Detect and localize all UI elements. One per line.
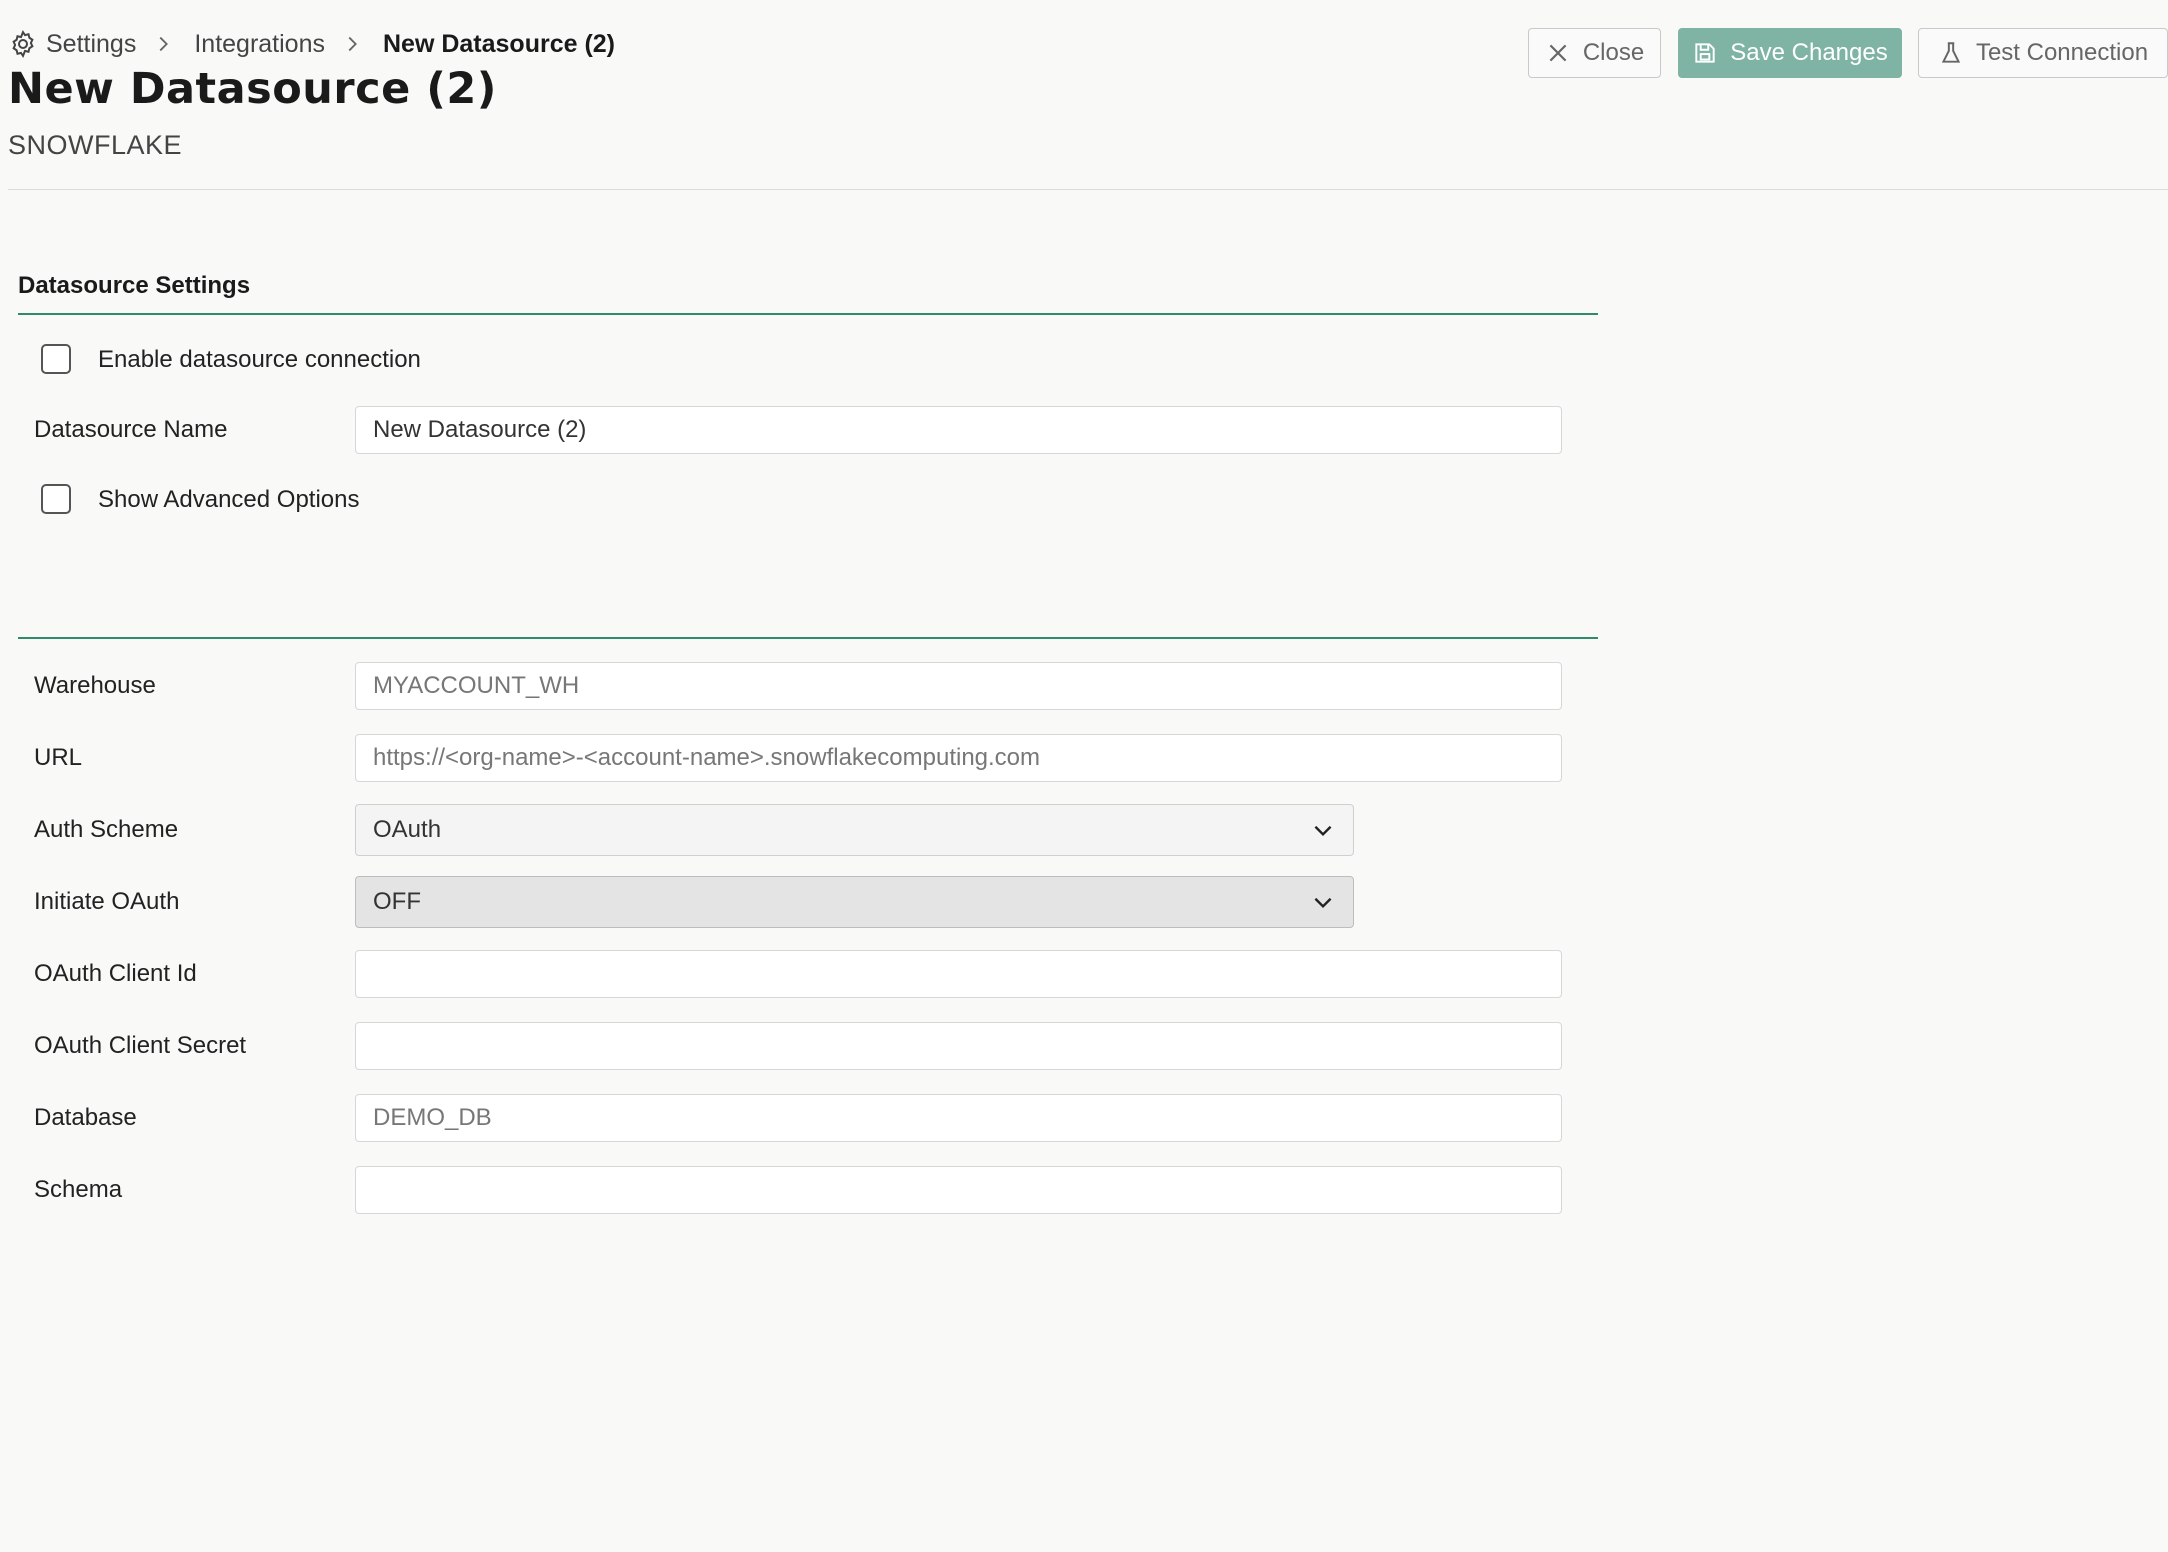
section-divider	[18, 313, 1598, 315]
breadcrumb: Settings Integrations New Datasource (2)	[8, 26, 615, 62]
auth-scheme-select[interactable]: OAuth	[355, 804, 1354, 856]
save-changes-button[interactable]: Save Changes	[1678, 28, 1902, 78]
warehouse-input[interactable]: MYACCOUNT_WH	[355, 662, 1562, 710]
close-icon	[1545, 40, 1571, 66]
chevron-right-icon	[341, 33, 363, 55]
page-title: New Datasource (2)	[8, 64, 497, 114]
advanced-options-label: Show Advanced Options	[98, 486, 360, 513]
initiate-oauth-value: OFF	[373, 888, 421, 915]
chevron-right-icon	[152, 33, 174, 55]
url-label: URL	[34, 744, 83, 771]
section-divider-2	[18, 637, 1598, 639]
datasource-name-label: Datasource Name	[34, 416, 228, 443]
database-label: Database	[34, 1104, 137, 1131]
initiate-oauth-select[interactable]: OFF	[355, 876, 1354, 928]
save-icon	[1692, 40, 1718, 66]
page-subtitle: SNOWFLAKE	[8, 130, 183, 160]
database-input[interactable]: DEMO_DB	[355, 1094, 1562, 1142]
oauth-client-id-label: OAuth Client Id	[34, 960, 197, 987]
close-button[interactable]: Close	[1528, 28, 1661, 78]
schema-label: Schema	[34, 1176, 123, 1203]
header-divider	[8, 189, 2168, 190]
section-title: Datasource Settings	[18, 272, 251, 299]
oauth-client-secret-input[interactable]	[355, 1022, 1562, 1070]
url-input[interactable]: https://<org-name>-<account-name>.snowfl…	[355, 734, 1562, 782]
auth-scheme-value: OAuth	[373, 816, 442, 843]
test-connection-label: Test Connection	[1975, 39, 2149, 66]
advanced-options-checkbox[interactable]	[41, 484, 71, 514]
gear-icon	[8, 29, 38, 59]
initiate-oauth-label: Initiate OAuth	[34, 888, 180, 915]
auth-scheme-label: Auth Scheme	[34, 816, 179, 843]
breadcrumb-current: New Datasource (2)	[382, 29, 616, 58]
schema-input[interactable]	[355, 1166, 1562, 1214]
close-button-label: Close	[1582, 39, 1645, 66]
enable-connection-label: Enable datasource connection	[98, 346, 421, 373]
test-connection-button[interactable]: Test Connection	[1918, 28, 2168, 78]
chevron-down-icon	[1310, 889, 1336, 915]
breadcrumb-integrations[interactable]: Integrations	[194, 30, 325, 59]
oauth-client-secret-label: OAuth Client Secret	[34, 1032, 247, 1059]
chevron-down-icon	[1310, 817, 1336, 843]
warehouse-label: Warehouse	[34, 672, 156, 699]
save-changes-label: Save Changes	[1730, 39, 1888, 66]
breadcrumb-settings[interactable]: Settings	[46, 30, 136, 59]
enable-connection-checkbox[interactable]	[41, 344, 71, 374]
flask-icon	[1938, 40, 1964, 66]
datasource-name-input[interactable]: New Datasource (2)	[355, 406, 1562, 454]
oauth-client-id-input[interactable]	[355, 950, 1562, 998]
